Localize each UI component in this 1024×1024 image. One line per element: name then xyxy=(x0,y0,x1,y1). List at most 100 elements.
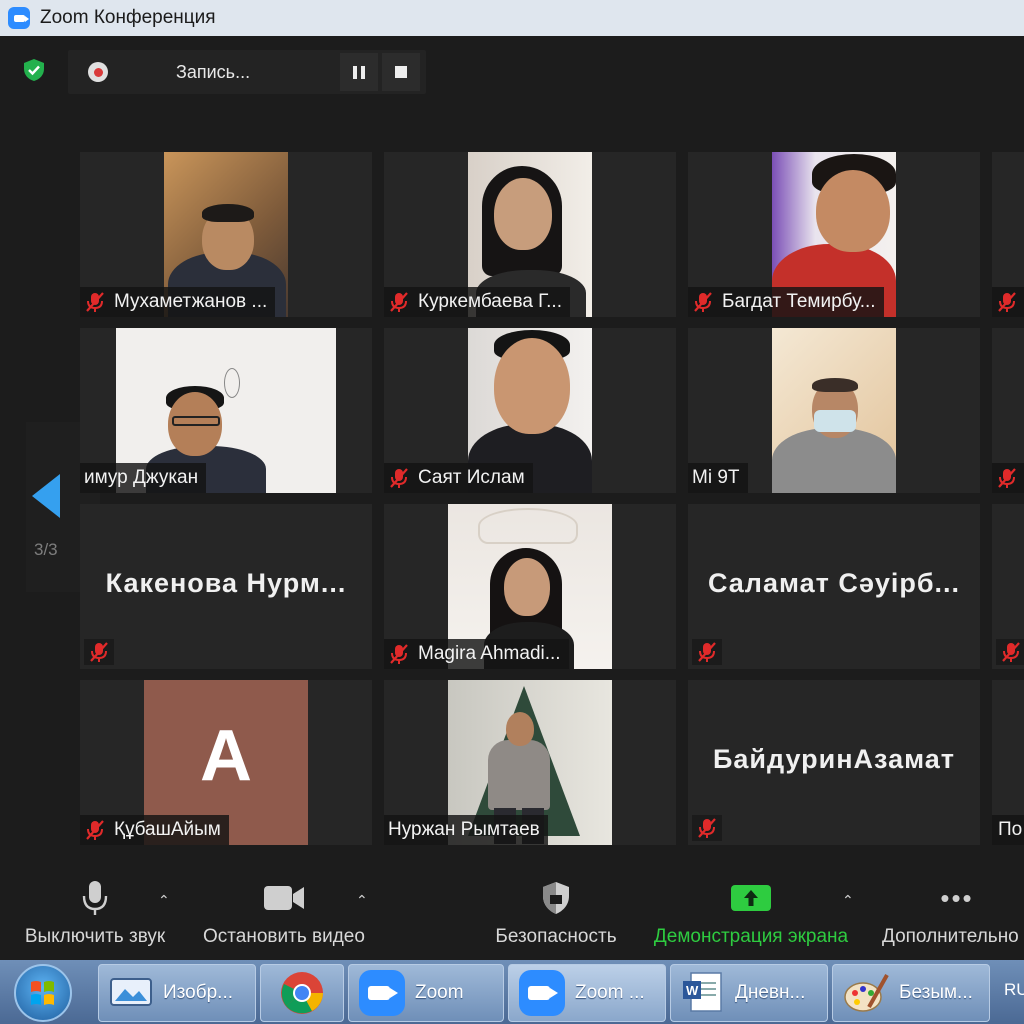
taskbar-item-zoom[interactable]: Zoom xyxy=(348,964,504,1022)
language-indicator[interactable]: RU xyxy=(1004,980,1024,1000)
participant-name: ҚұбашАйым xyxy=(114,819,221,840)
share-screen-label: Демонстрация экрана xyxy=(653,926,849,947)
participant-tile-partial[interactable] xyxy=(992,152,1024,317)
taskbar-item-paint[interactable]: Безым... xyxy=(832,964,990,1022)
more-dots-icon: ••• xyxy=(940,882,974,913)
participant-name: Саят Ислам xyxy=(418,467,525,488)
zoom-app-icon xyxy=(519,970,565,1016)
taskbar-item-label: Zoom xyxy=(415,982,464,1003)
muted-mic-icon xyxy=(390,292,408,312)
taskbar-item-label: Zoom ... xyxy=(575,982,645,1003)
participant-tile[interactable]: Саламат Сәуірб... xyxy=(688,504,980,669)
muted-mic-icon xyxy=(86,820,104,840)
participant-name-label: Magira Ahmadi... xyxy=(384,639,569,669)
participant-name-label: Куркембаева Г... xyxy=(384,287,570,317)
participant-tile[interactable]: Мухаметжанов ... xyxy=(80,152,372,317)
windows-start-button[interactable] xyxy=(14,964,72,1022)
participant-video xyxy=(772,328,896,493)
participant-tile-partial[interactable]: По xyxy=(992,680,1024,845)
title-bar: Zoom Конференция xyxy=(0,0,1024,36)
participant-tile[interactable]: Нуржан Рымтаев xyxy=(384,680,676,845)
participant-tile[interactable]: Багдат Темирбу... xyxy=(688,152,980,317)
zoom-app-icon xyxy=(359,970,405,1016)
previous-page-arrow-icon[interactable] xyxy=(32,474,60,518)
participant-name-label: Багдат Темирбу... xyxy=(688,287,884,317)
muted-mic-icon xyxy=(86,292,104,312)
stop-recording-button[interactable] xyxy=(382,53,420,91)
zoom-logo-icon xyxy=(8,7,30,29)
meeting-toolbar: Выключить звук ⌃ Остановить видео ⌃ Безо… xyxy=(0,870,1024,960)
more-label: Дополнительно xyxy=(882,926,1019,947)
mute-button[interactable]: Выключить звук xyxy=(18,870,172,960)
participant-name-label: ҚұбашАйым xyxy=(80,815,229,845)
participant-mic-status xyxy=(84,639,114,665)
participant-name-label xyxy=(992,287,1024,317)
security-label: Безопасность xyxy=(495,926,617,947)
participant-name: Багдат Темирбу... xyxy=(722,291,876,312)
participant-tile[interactable]: Mi 9T xyxy=(688,328,980,493)
participant-name: Куркембаева Г... xyxy=(418,291,562,312)
muted-mic-icon xyxy=(1002,642,1020,662)
participant-tile[interactable]: Куркембаева Г... xyxy=(384,152,676,317)
participant-display-name: Саламат Сәуірб... xyxy=(707,568,961,598)
taskbar-item-label: Дневн... xyxy=(735,982,806,1003)
participant-mic-status xyxy=(996,639,1024,665)
participant-tile-partial[interactable] xyxy=(992,504,1024,669)
meeting-area: Запись... 3/3 Мухаметжанов ... Куркембае… xyxy=(0,36,1024,960)
taskbar-item-diary[interactable]: W Дневн... xyxy=(670,964,828,1022)
participant-name-label: По xyxy=(992,815,1024,845)
participant-display-name: БайдуринАзамат xyxy=(713,744,955,774)
participant-tile[interactable]: Magira Ahmadi... xyxy=(384,504,676,669)
windows-logo-icon xyxy=(31,981,54,1005)
more-button[interactable]: ••• Дополнительно xyxy=(882,870,1024,960)
svg-text:W: W xyxy=(686,983,699,998)
participant-name: По xyxy=(998,819,1023,840)
participant-tile[interactable]: A ҚұбашАйым xyxy=(80,680,372,845)
share-screen-button[interactable]: Демонстрация экрана xyxy=(646,870,856,960)
stop-video-button[interactable]: Остановить видео xyxy=(198,870,370,960)
page-indicator: 3/3 xyxy=(34,540,58,559)
stop-icon xyxy=(395,66,407,78)
participant-tile[interactable]: имур Джукан xyxy=(80,328,372,493)
microphone-icon xyxy=(82,881,108,915)
encryption-shield-icon[interactable] xyxy=(22,58,46,82)
windows-taskbar: Изобр... Zoom Zoom ... W Дневн... Безым.… xyxy=(0,960,1024,1024)
taskbar-item-chrome[interactable] xyxy=(260,964,344,1022)
taskbar-item-label: Безым... xyxy=(899,982,973,1003)
audio-options-caret-icon[interactable]: ⌃ xyxy=(158,892,170,909)
word-document-icon: W xyxy=(683,972,722,1012)
video-options-caret-icon[interactable]: ⌃ xyxy=(356,892,368,909)
pause-icon xyxy=(353,65,365,79)
share-options-caret-icon[interactable]: ⌃ xyxy=(842,892,854,909)
muted-mic-icon xyxy=(998,468,1016,488)
participant-tile-partial[interactable] xyxy=(992,328,1024,493)
participant-mic-status xyxy=(692,815,722,841)
muted-mic-icon xyxy=(390,468,408,488)
participant-name-label: Мухаметжанов ... xyxy=(80,287,276,317)
pause-recording-button[interactable] xyxy=(340,53,378,91)
security-button[interactable]: Безопасность xyxy=(492,870,620,960)
muted-mic-icon xyxy=(390,644,408,664)
security-shield-icon xyxy=(543,882,569,914)
taskbar-item-images[interactable]: Изобр... xyxy=(98,964,256,1022)
participant-mic-status xyxy=(692,639,722,665)
recording-bar: Запись... xyxy=(68,50,426,94)
participant-name: имур Джукан xyxy=(84,467,199,488)
participant-name: Нуржан Рымтаев xyxy=(388,819,540,840)
participant-tile[interactable]: Саят Ислам xyxy=(384,328,676,493)
participant-name-label: Нуржан Рымтаев xyxy=(384,815,548,845)
participant-name-label xyxy=(992,463,1024,493)
participant-name-label: имур Джукан xyxy=(80,463,207,493)
participant-display-name: Какенова Нурм... xyxy=(105,568,347,598)
participant-name: Mi 9T xyxy=(692,467,740,488)
participant-tile[interactable]: БайдуринАзамат xyxy=(688,680,980,845)
participant-tile[interactable]: Какенова Нурм... xyxy=(80,504,372,669)
muted-mic-icon xyxy=(694,292,712,312)
participant-name: Magira Ahmadi... xyxy=(418,643,561,664)
stop-video-label: Остановить видео xyxy=(203,926,365,947)
participant-name-label: Mi 9T xyxy=(688,463,748,493)
share-screen-icon xyxy=(731,885,771,911)
mute-label: Выключить звук xyxy=(24,926,166,947)
muted-mic-icon xyxy=(698,642,716,662)
taskbar-item-zoom-meeting[interactable]: Zoom ... xyxy=(508,964,666,1022)
